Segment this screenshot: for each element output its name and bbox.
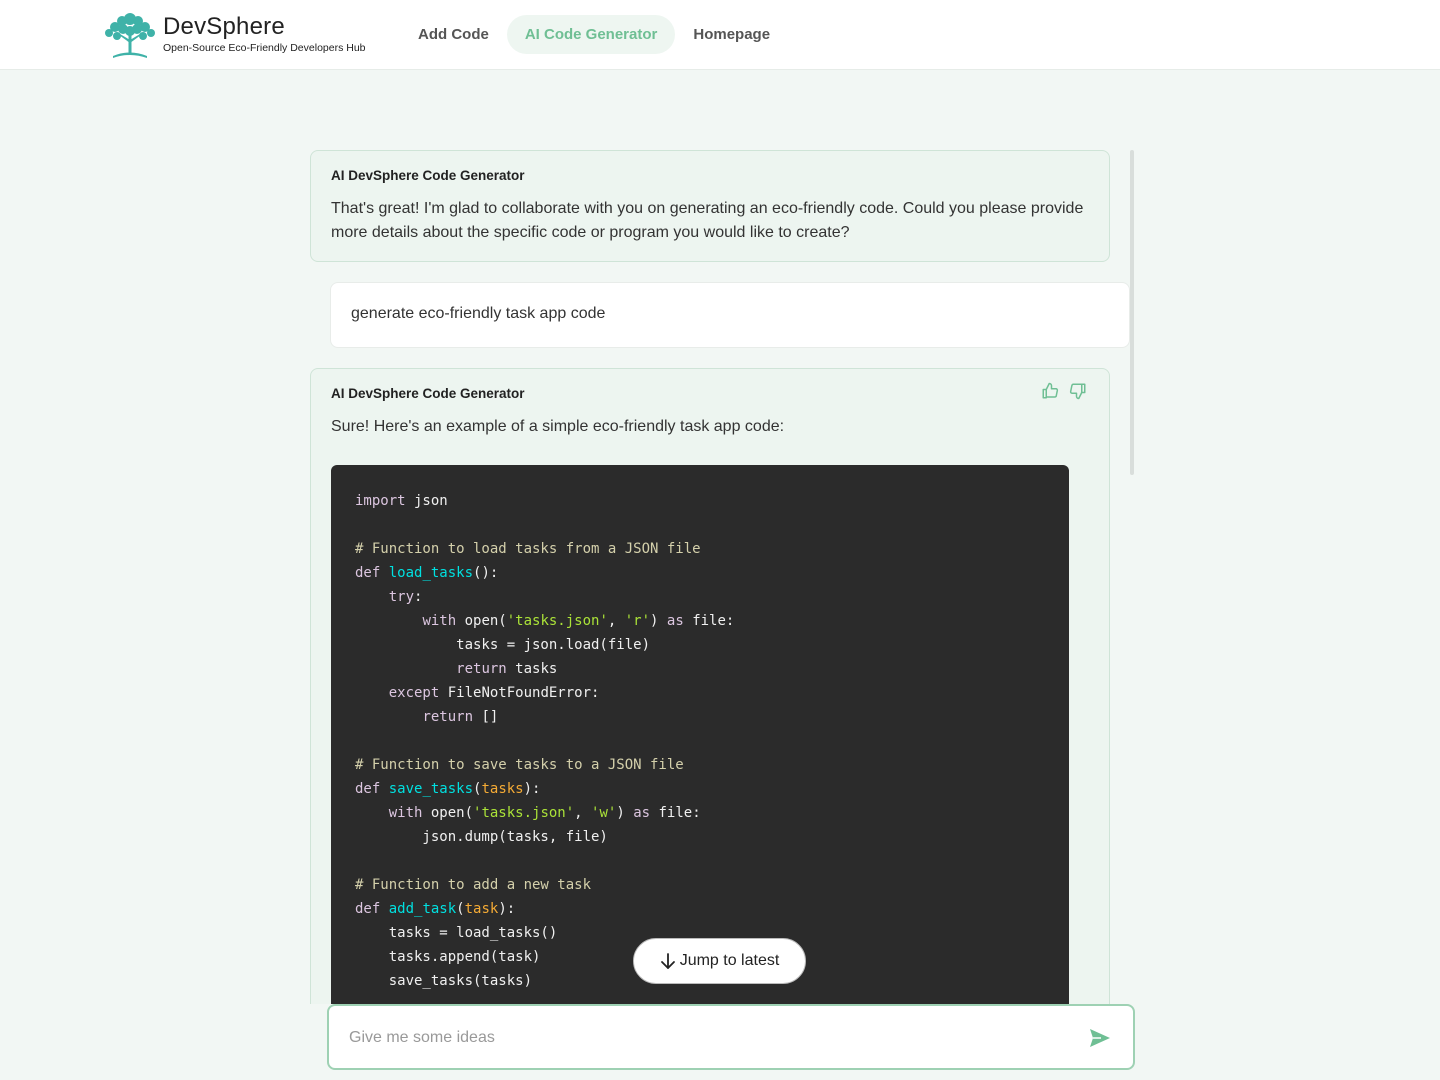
send-icon[interactable] <box>1089 1028 1111 1048</box>
message-sender: AI DevSphere Code Generator <box>331 168 525 183</box>
thumbs-down-icon[interactable] <box>1069 382 1087 400</box>
brand-tagline: Open-Source Eco-Friendly Developers Hub <box>163 42 366 54</box>
code-line: import json <box>355 493 448 509</box>
code-line: with open('tasks.json', 'r') as file: <box>422 613 735 629</box>
ai-message: AI DevSphere Code Generator Sure! Here's… <box>310 368 1110 1004</box>
code-line: def save_tasks(tasks): <box>355 781 541 797</box>
code-line: # Function to save tasks to a JSON file <box>355 757 684 773</box>
feedback-buttons <box>1041 382 1087 400</box>
thumbs-up-icon[interactable] <box>1041 382 1059 400</box>
prompt-input[interactable] <box>349 1026 1049 1050</box>
message-sender: AI DevSphere Code Generator <box>331 386 525 401</box>
chat-thread[interactable]: AI DevSphere Code Generator That's great… <box>310 150 1130 1004</box>
code-line: json.dump(tasks, file) <box>355 829 608 845</box>
main-nav: Add Code AI Code Generator Homepage <box>400 15 788 54</box>
tree-logo-icon <box>105 13 155 58</box>
jump-to-latest-button[interactable]: Jump to latest <box>633 938 806 984</box>
code-line: # Function to add a new task <box>355 877 592 893</box>
jump-label: Jump to latest <box>679 952 780 969</box>
nav-add-code[interactable]: Add Code <box>400 15 507 54</box>
code-line: def add_task(task): <box>355 901 516 917</box>
code-line: return [] <box>422 709 499 725</box>
code-block[interactable]: import json # Function to load tasks from… <box>331 465 1069 1004</box>
code-line: def load_tasks(): <box>355 565 499 581</box>
code-line: tasks = json.load(file) <box>355 637 651 653</box>
brand-name: DevSphere <box>163 13 285 40</box>
nav-ai-code-generator[interactable]: AI Code Generator <box>506 15 676 54</box>
message-text: That's great! I'm glad to collaborate wi… <box>331 200 1084 241</box>
code-line: return tasks <box>456 661 558 677</box>
user-message: generate eco-friendly task app code <box>330 282 1130 348</box>
ai-message: AI DevSphere Code Generator That's great… <box>310 150 1110 262</box>
code-line: with open('tasks.json', 'w') as file: <box>388 805 701 821</box>
chat-scrollbar[interactable] <box>1130 150 1134 475</box>
code-line: except FileNotFoundError: <box>388 685 600 701</box>
nav-homepage[interactable]: Homepage <box>675 15 788 54</box>
brand[interactable]: DevSphere Open-Source Eco-Friendly Devel… <box>103 9 366 61</box>
code-line: # Function to load tasks from a JSON fil… <box>355 541 701 557</box>
message-text: Sure! Here's an example of a simple eco-… <box>331 418 785 435</box>
code-line: try: <box>388 589 423 605</box>
top-nav-bar: DevSphere Open-Source Eco-Friendly Devel… <box>0 0 1440 70</box>
message-composer <box>327 1004 1135 1070</box>
arrow-down-icon <box>660 953 675 969</box>
